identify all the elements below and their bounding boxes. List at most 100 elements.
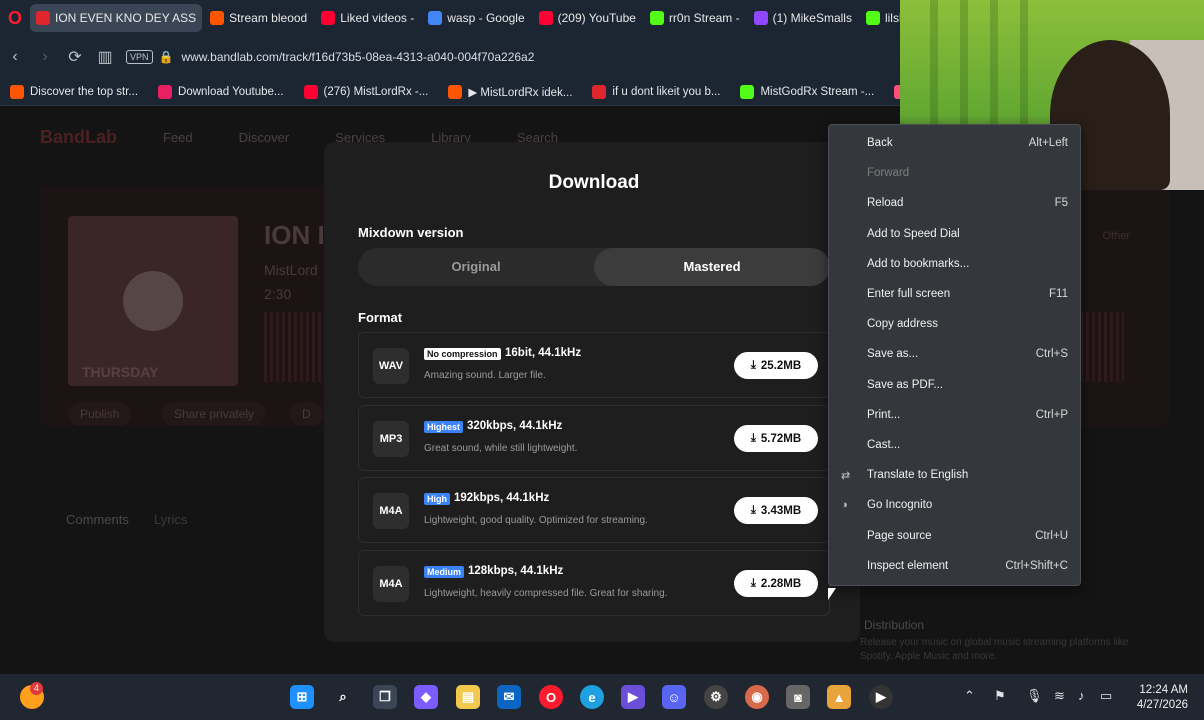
file-size: 3.43MB bbox=[760, 504, 802, 517]
game-icon[interactable]: ◉ bbox=[745, 685, 769, 709]
bookmark-item[interactable]: Discover the top str... bbox=[0, 84, 148, 99]
bookmark-label: if u dont likeit you b... bbox=[612, 85, 721, 98]
publish-button[interactable]: Publish bbox=[68, 402, 132, 426]
menu-item-save-pdf[interactable]: Save as PDF... bbox=[829, 373, 1082, 399]
format-code: M4A bbox=[373, 493, 409, 529]
menu-item-translate[interactable]: ⇄ Translate to English bbox=[829, 463, 1082, 489]
chevron-up-icon[interactable]: ⌃ bbox=[964, 688, 975, 704]
artist-name[interactable]: MistLord bbox=[264, 262, 318, 278]
bookmark-item[interactable]: if u dont likeit you b... bbox=[582, 84, 730, 99]
media-player-icon[interactable]: ▶ bbox=[869, 685, 893, 709]
menu-item-label: Print... bbox=[867, 408, 901, 421]
forward-icon[interactable]: › bbox=[30, 48, 60, 66]
taskbar-clock[interactable]: 12:24 AM 4/27/2026 bbox=[1137, 683, 1188, 713]
tab-label: Stream bleood bbox=[229, 11, 308, 25]
tab-comments[interactable]: Comments bbox=[66, 512, 129, 527]
camera-icon[interactable]: ◙ bbox=[786, 685, 810, 709]
vpn-badge[interactable]: VPN bbox=[126, 50, 153, 64]
outlook-icon[interactable]: ✉ bbox=[497, 685, 521, 709]
context-menu: Back Alt+Left Forward Reload F5 Add to Speed … bbox=[828, 124, 1081, 586]
download-icon: ⤓ bbox=[750, 432, 756, 444]
play-icon[interactable] bbox=[123, 271, 183, 331]
menu-item-shortcut: Ctrl+S bbox=[1035, 348, 1068, 361]
bookmark-item[interactable]: (276) MistLordRx -... bbox=[294, 84, 439, 99]
tab-1[interactable]: Stream bleood bbox=[204, 4, 313, 32]
menu-item-save-as[interactable]: Save as... Ctrl+S bbox=[829, 342, 1082, 368]
nav-feed[interactable]: Feed bbox=[163, 130, 193, 145]
mixdown-toggle: Original Mastered bbox=[358, 248, 830, 286]
other-label[interactable]: Other bbox=[1102, 230, 1130, 242]
menu-item-copy-address[interactable]: Copy address bbox=[829, 312, 1082, 338]
tab-lyrics[interactable]: Lyrics bbox=[154, 512, 187, 527]
twitch-icon bbox=[753, 11, 768, 25]
download-button[interactable]: D bbox=[290, 402, 323, 426]
tab-grid-icon[interactable]: ▥ bbox=[90, 47, 120, 67]
back-icon[interactable]: ‹ bbox=[0, 48, 30, 66]
download-size-button[interactable]: ⤓ 2.28MB bbox=[734, 570, 818, 597]
tab-label: Liked videos - bbox=[340, 11, 415, 25]
task-view-icon[interactable]: ❐ bbox=[373, 685, 397, 709]
bookmark-item[interactable]: Download Youtube... bbox=[148, 84, 294, 99]
download-size-button[interactable]: ⤓ 5.72MB bbox=[734, 425, 818, 452]
mixdown-mastered[interactable]: Mastered bbox=[594, 248, 830, 286]
microphone-icon[interactable]: 🎙 bbox=[1026, 688, 1043, 704]
menu-item-label: Add to bookmarks... bbox=[867, 257, 970, 270]
opera-taskbar-icon[interactable]: O bbox=[539, 685, 563, 709]
menu-item-back[interactable]: Back Alt+Left bbox=[829, 131, 1082, 157]
menu-item-label: Save as... bbox=[867, 348, 919, 361]
discord-icon[interactable]: ☺ bbox=[662, 685, 686, 709]
menu-item-label: Reload bbox=[867, 197, 904, 210]
tab-0[interactable]: ION EVEN KNO DEY ASS bbox=[30, 4, 203, 32]
edge-icon[interactable]: e bbox=[580, 685, 604, 709]
tab-4[interactable]: (209) YouTube bbox=[533, 4, 642, 32]
menu-item-print[interactable]: Print... Ctrl+P bbox=[829, 403, 1082, 429]
battery-icon[interactable]: ▭ bbox=[1100, 688, 1112, 704]
format-code: MP3 bbox=[373, 421, 409, 457]
menu-item-page-source[interactable]: Page source Ctrl+U bbox=[829, 524, 1082, 550]
steam-icon[interactable]: ⚙ bbox=[704, 685, 728, 709]
tab-2[interactable]: Liked videos - bbox=[315, 4, 420, 32]
download-size-button[interactable]: ⤓ 25.2MB bbox=[734, 352, 818, 379]
track-cover: THURSDAY bbox=[68, 216, 238, 386]
nav-discover[interactable]: Discover bbox=[239, 130, 290, 145]
bookmark-item[interactable]: MistGodRx Stream -... bbox=[730, 84, 884, 99]
download-icon: ⤓ bbox=[750, 504, 756, 516]
menu-item-full-screen[interactable]: Enter full screen F11 bbox=[829, 282, 1082, 308]
tab-3[interactable]: wasp - Google bbox=[422, 4, 530, 32]
tab-5[interactable]: rr0n Stream - bbox=[644, 4, 746, 32]
tray-app-icon[interactable]: ⚑ bbox=[994, 688, 1006, 704]
distribution-title: Distribution bbox=[864, 618, 925, 632]
app-icon[interactable]: ▲ bbox=[827, 685, 851, 709]
menu-item-inspect[interactable]: Inspect element Ctrl+Shift+C bbox=[829, 554, 1082, 580]
copilot-icon[interactable]: ◆ bbox=[414, 685, 438, 709]
url-field[interactable]: www.bandlab.com/track/f16d73b5-08ea-4313… bbox=[181, 50, 534, 64]
volume-icon[interactable]: ♪ bbox=[1078, 688, 1085, 703]
clipchamp-icon[interactable]: ▶ bbox=[621, 685, 645, 709]
windows-start-icon[interactable]: ⊞ bbox=[290, 685, 314, 709]
menu-item-add-bookmarks[interactable]: Add to bookmarks... bbox=[829, 252, 1082, 278]
share-privately-button[interactable]: Share privately bbox=[162, 402, 267, 426]
google-icon bbox=[428, 11, 443, 25]
reload-icon[interactable]: ⟳ bbox=[60, 47, 90, 67]
menu-item-shortcut: Alt+Left bbox=[1028, 137, 1068, 149]
format-row: MP3 Highest 320kbps, 44.1kHz Great sound, w… bbox=[358, 405, 830, 471]
mixdown-original[interactable]: Original bbox=[358, 248, 594, 286]
tab-6[interactable]: (1) MikeSmalls bbox=[748, 4, 858, 32]
menu-item-forward[interactable]: Forward bbox=[829, 161, 1082, 187]
bookmark-label: ▶ MistLordRx idek... bbox=[468, 86, 573, 99]
cover-text: THURSDAY bbox=[82, 364, 159, 380]
track-duration: 2:30 bbox=[264, 286, 292, 302]
bookmark-item[interactable]: ▶ MistLordRx idek... bbox=[438, 84, 582, 99]
menu-item-shortcut: F11 bbox=[1049, 288, 1068, 300]
wifi-icon[interactable]: ≋ bbox=[1054, 688, 1065, 704]
menu-item-cast[interactable]: Cast... bbox=[829, 433, 1082, 459]
menu-item-add-speed-dial[interactable]: Add to Speed Dial bbox=[829, 222, 1082, 248]
quality-badge: Highest bbox=[424, 421, 464, 433]
menu-item-reload[interactable]: Reload F5 bbox=[829, 191, 1082, 217]
format-code: M4A bbox=[373, 566, 409, 602]
menu-item-incognito[interactable]: ◑ Go Incognito bbox=[829, 493, 1082, 519]
opera-logo-icon[interactable]: O bbox=[0, 8, 30, 29]
search-icon[interactable]: ⌕ bbox=[331, 685, 355, 709]
download-size-button[interactable]: ⤓ 3.43MB bbox=[734, 497, 818, 524]
file-explorer-icon[interactable]: ▤ bbox=[456, 685, 480, 709]
